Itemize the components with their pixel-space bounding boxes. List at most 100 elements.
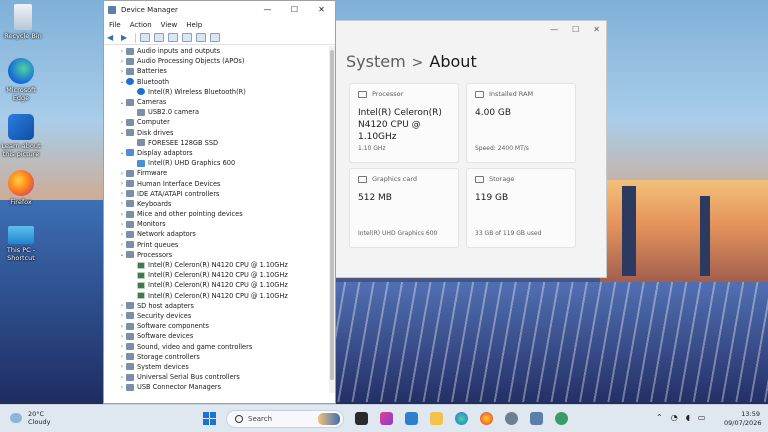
menu-action[interactable]: Action xyxy=(130,21,152,29)
chevron-right-icon[interactable]: › xyxy=(118,200,126,207)
chevron-right-icon[interactable]: › xyxy=(118,190,126,197)
desktop-icon-edge[interactable]: Microsoft Edge xyxy=(0,58,42,102)
firefox-icon[interactable] xyxy=(480,412,493,425)
back-arrow-icon[interactable]: ◀ xyxy=(107,33,117,42)
start-button[interactable] xyxy=(203,412,216,425)
taskbar-search[interactable]: Search xyxy=(226,410,344,428)
chevron-right-icon[interactable]: › xyxy=(118,384,126,391)
chevron-right-icon[interactable]: › xyxy=(118,312,126,319)
menu-view[interactable]: View xyxy=(161,21,178,29)
desktop-icon-recycle-bin[interactable]: Recycle Bin xyxy=(2,4,44,40)
device-category[interactable]: › Security devices xyxy=(104,311,330,321)
file-explorer-icon[interactable] xyxy=(430,412,443,425)
menu-help[interactable]: Help xyxy=(186,21,202,29)
chevron-right-icon[interactable]: › xyxy=(118,374,126,381)
chevron-right-icon[interactable]: › xyxy=(118,323,126,330)
device-category[interactable]: › Network adaptors xyxy=(104,229,330,239)
chevron-up-icon[interactable]: ⌃ xyxy=(656,413,663,422)
device-category[interactable]: › Software devices xyxy=(104,331,330,341)
device-category[interactable]: › Print queues xyxy=(104,240,330,250)
scan-hardware-icon[interactable] xyxy=(196,33,206,42)
chevron-down-icon[interactable]: ⌄ xyxy=(118,251,126,258)
device-item[interactable]: USB2.0 camera xyxy=(104,107,330,117)
chevron-right-icon[interactable]: › xyxy=(118,302,126,309)
device-category[interactable]: › SD host adapters xyxy=(104,301,330,311)
device-category[interactable]: › Universal Serial Bus controllers xyxy=(104,372,330,382)
chevron-right-icon[interactable]: › xyxy=(118,241,126,248)
device-category[interactable]: ⌄ Display adaptors xyxy=(104,148,330,158)
device-category[interactable]: ⌄ Disk drives xyxy=(104,128,330,138)
menu-file[interactable]: File xyxy=(109,21,121,29)
minimize-icon[interactable]: — xyxy=(550,25,558,34)
device-item[interactable]: Intel(R) UHD Graphics 600 xyxy=(104,158,330,168)
task-view-icon[interactable] xyxy=(355,412,368,425)
device-manager-taskbar-icon[interactable] xyxy=(530,412,543,425)
clock[interactable]: 13:59 09/07/2026 xyxy=(724,410,761,428)
device-category[interactable]: ⌄ Processors xyxy=(104,250,330,260)
device-item[interactable]: Intel(R) Celeron(R) N4120 CPU @ 1.10GHz xyxy=(104,291,330,301)
monitor-icon[interactable] xyxy=(210,33,220,42)
settings-gear-icon[interactable] xyxy=(505,412,518,425)
chevron-right-icon[interactable]: › xyxy=(118,170,126,177)
close-icon[interactable]: ✕ xyxy=(593,25,600,34)
desktop-icon-this-pc[interactable]: This PC - Shortcut xyxy=(0,226,42,262)
chevron-right-icon[interactable]: › xyxy=(118,221,126,228)
device-category[interactable]: › Audio Processing Objects (APOs) xyxy=(104,56,330,66)
device-category[interactable]: › USB Connector Managers xyxy=(104,382,330,392)
device-category[interactable]: › IDE ATA/ATAPI controllers xyxy=(104,189,330,199)
device-category[interactable]: › Human Interface Devices xyxy=(104,178,330,188)
help-icon[interactable] xyxy=(154,33,164,42)
chevron-down-icon[interactable]: ⌄ xyxy=(118,129,126,136)
device-category[interactable]: › Keyboards xyxy=(104,199,330,209)
chevron-right-icon[interactable]: › xyxy=(118,343,126,350)
maximize-icon[interactable]: ☐ xyxy=(281,5,308,14)
device-category[interactable]: › Monitors xyxy=(104,219,330,229)
chevron-down-icon[interactable]: ⌄ xyxy=(118,99,126,106)
desktop-icon-learn-picture[interactable]: Learn about this picture xyxy=(0,114,42,158)
wifi-icon[interactable]: ◔ xyxy=(671,413,678,422)
device-category[interactable]: › Storage controllers xyxy=(104,352,330,362)
device-category[interactable]: › Firmware xyxy=(104,168,330,178)
chevron-right-icon[interactable]: › xyxy=(118,353,126,360)
device-category[interactable]: › Mice and other pointing devices xyxy=(104,209,330,219)
chevron-right-icon[interactable]: › xyxy=(118,68,126,75)
desktop-icon-firefox[interactable]: Firefox xyxy=(0,170,42,206)
volume-icon[interactable]: ◖ xyxy=(686,413,690,422)
device-category[interactable]: › Computer xyxy=(104,117,330,127)
close-icon[interactable]: ✕ xyxy=(308,5,335,14)
store-icon[interactable] xyxy=(405,412,418,425)
device-item[interactable]: Intel(R) Celeron(R) N4120 CPU @ 1.10GHz xyxy=(104,280,330,290)
device-category[interactable]: › Audio inputs and outputs xyxy=(104,46,330,56)
device-category[interactable]: › Software components xyxy=(104,321,330,331)
device-category[interactable]: › Batteries xyxy=(104,66,330,76)
device-item[interactable]: FORESEE 128GB SSD xyxy=(104,138,330,148)
chevron-right-icon[interactable]: › xyxy=(118,58,126,65)
chevron-down-icon[interactable]: ⌄ xyxy=(118,149,126,156)
battery-icon[interactable]: ▭ xyxy=(698,413,706,422)
chevron-right-icon[interactable]: › xyxy=(118,211,126,218)
chevron-right-icon[interactable]: › xyxy=(118,231,126,238)
edge-icon[interactable] xyxy=(455,412,468,425)
device-category[interactable]: ⌄ Bluetooth xyxy=(104,77,330,87)
scrollbar-thumb[interactable] xyxy=(330,50,334,380)
chevron-right-icon[interactable]: › xyxy=(118,333,126,340)
vertical-scrollbar[interactable] xyxy=(329,46,335,393)
chevron-right-icon[interactable]: › xyxy=(118,363,126,370)
app-icon[interactable] xyxy=(555,412,568,425)
update-driver-icon[interactable] xyxy=(182,33,192,42)
weather-widget[interactable]: 20°C Cloudy xyxy=(10,410,50,426)
chevron-down-icon[interactable]: ⌄ xyxy=(118,78,126,85)
device-item[interactable]: Intel(R) Celeron(R) N4120 CPU @ 1.10GHz xyxy=(104,260,330,270)
device-category[interactable]: › System devices xyxy=(104,362,330,372)
device-category[interactable]: › Sound, video and game controllers xyxy=(104,341,330,351)
chevron-right-icon[interactable]: › xyxy=(118,48,126,55)
minimize-icon[interactable]: — xyxy=(254,5,281,14)
device-item[interactable]: Intel(R) Wireless Bluetooth(R) xyxy=(104,87,330,97)
device-item[interactable]: Intel(R) Celeron(R) N4120 CPU @ 1.10GHz xyxy=(104,270,330,280)
chevron-right-icon[interactable]: › xyxy=(118,119,126,126)
forward-arrow-icon[interactable]: ▶ xyxy=(121,33,131,42)
properties-icon[interactable] xyxy=(168,33,178,42)
breadcrumb-system[interactable]: System xyxy=(346,52,406,71)
properties-view-icon[interactable] xyxy=(140,33,150,42)
maximize-icon[interactable]: ☐ xyxy=(572,25,579,34)
